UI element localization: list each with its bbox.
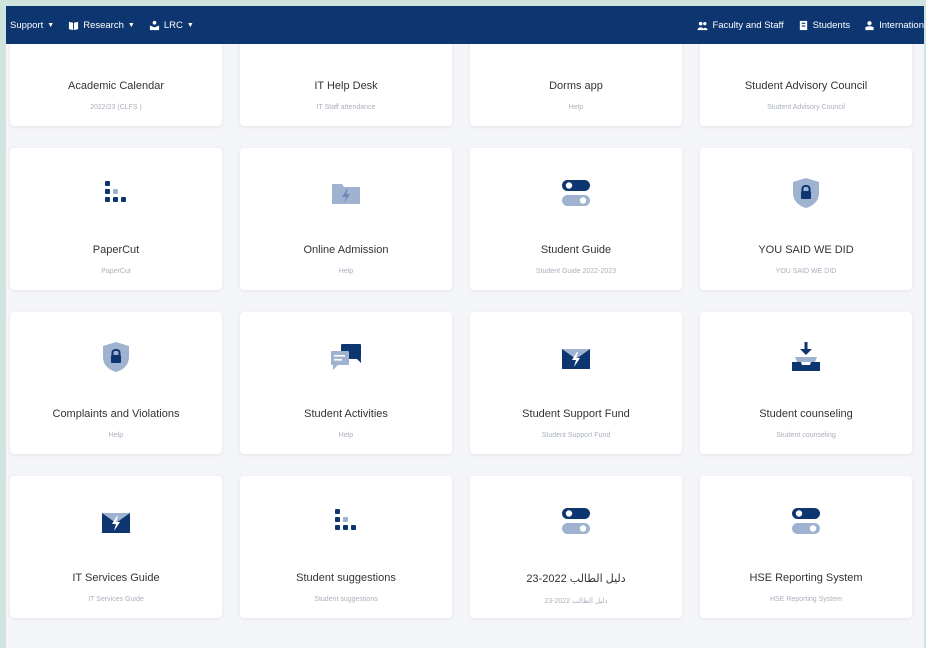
page-frame: Support ▼ Research ▼ LRC ▼ Faculty and Staf… <box>6 6 924 648</box>
services-grid: Academic Calendar 2022/23 (CLFS ) IT Help … <box>10 6 918 618</box>
card-title: Student Advisory Council <box>744 80 868 92</box>
card-subtitle: Student Advisory Council <box>767 104 845 111</box>
card-subtitle: PaperCut <box>101 268 131 275</box>
card-title: دليل الطالب 2022-23 <box>526 573 626 585</box>
folder-bolt-icon <box>325 172 367 214</box>
card-subtitle: Help <box>338 432 354 439</box>
card-subtitle: IT Services Guide <box>88 596 144 603</box>
card-title: HSE Reporting System <box>749 572 863 584</box>
card-title: IT Help Desk <box>314 80 378 92</box>
service-card[interactable]: Student suggestions Student suggestions <box>240 476 452 618</box>
service-card[interactable]: Student Support Fund Student Support Fund <box>470 312 682 454</box>
service-card[interactable]: HSE Reporting System HSE Reporting System <box>700 476 912 618</box>
service-card[interactable]: Student counseling Student counseling <box>700 312 912 454</box>
card-title: Online Admission <box>303 244 389 256</box>
toggle-icon <box>785 500 827 542</box>
globe-user-icon <box>865 20 874 30</box>
card-title: Student Support Fund <box>522 408 630 420</box>
nav-research[interactable]: Research ▼ <box>68 20 135 31</box>
users-icon <box>697 21 709 30</box>
card-subtitle: IT Staff attendance <box>316 104 376 111</box>
top-navbar: Support ▼ Research ▼ LRC ▼ Faculty and Staf… <box>6 6 924 44</box>
card-subtitle: YOU SAID WE DID <box>775 268 837 275</box>
card-subtitle: Student counseling <box>776 432 836 439</box>
nav-students-label: Students <box>812 19 851 31</box>
card-title: Student Activities <box>304 408 388 420</box>
nav-lrc-label: LRC <box>163 19 183 31</box>
dots-grid-icon <box>95 172 137 214</box>
card-title: Student Guide <box>540 244 612 256</box>
card-title: Complaints and Violations <box>52 408 180 420</box>
nav-students[interactable]: Students <box>798 19 851 31</box>
card-subtitle: HSE Reporting System <box>770 596 842 603</box>
card-subtitle: Help <box>568 104 584 111</box>
library-icon <box>149 20 159 30</box>
service-card[interactable]: YOU SAID WE DID YOU SAID WE DID <box>700 148 912 290</box>
card-title: IT Services Guide <box>72 572 160 584</box>
nav-faculty-staff[interactable]: Faculty and Staff <box>697 19 784 31</box>
service-card[interactable]: Student Guide Student Guide 2022-2023 <box>470 148 682 290</box>
book-icon <box>69 21 79 30</box>
shield-lock-icon <box>785 172 827 214</box>
card-title: Dorms app <box>549 80 603 92</box>
nav-lrc[interactable]: LRC ▼ <box>149 20 194 31</box>
service-card[interactable]: Complaints and Violations Help <box>10 312 222 454</box>
dots-grid-icon <box>325 500 367 542</box>
card-title: PaperCut <box>92 244 140 256</box>
nav-left-group: Support ▼ Research ▼ LRC ▼ <box>10 20 194 31</box>
nav-international-label: Internation <box>879 19 924 31</box>
nav-support[interactable]: Support ▼ <box>10 20 54 31</box>
nav-faculty-staff-label: Faculty and Staff <box>712 19 784 31</box>
toggle-icon <box>555 500 597 542</box>
chevron-down-icon: ▼ <box>127 21 135 29</box>
envelope-bolt-icon <box>95 500 137 542</box>
nav-support-label: Support <box>10 19 44 31</box>
chevron-down-icon: ▼ <box>186 21 194 29</box>
chevron-down-icon: ▼ <box>47 21 55 29</box>
card-subtitle: 2022/23 (CLFS ) <box>90 104 142 111</box>
card-title: Student counseling <box>759 408 853 420</box>
shield-lock-icon <box>95 336 137 378</box>
service-card[interactable]: Student Activities Help <box>240 312 452 454</box>
card-subtitle: Help <box>108 432 124 439</box>
chat-icon <box>325 336 367 378</box>
service-card[interactable]: دليل الطالب 2022-23 دليل الطالب 2022-23 <box>470 476 682 618</box>
card-title: Academic Calendar <box>68 80 164 92</box>
nav-research-label: Research <box>83 19 124 31</box>
card-subtitle: Student Support Fund <box>541 432 611 439</box>
nav-right-group: Faculty and Staff Students Internation <box>697 20 924 31</box>
card-subtitle: دليل الطالب 2022-23 <box>544 598 608 605</box>
card-title: YOU SAID WE DID <box>758 244 854 256</box>
service-card[interactable]: Online Admission Help <box>240 148 452 290</box>
card-subtitle: Help <box>338 268 354 275</box>
nav-international[interactable]: Internation <box>864 20 924 31</box>
envelope-bolt-icon <box>555 336 597 378</box>
card-title: Student suggestions <box>296 572 396 584</box>
inbox-download-icon <box>785 336 827 378</box>
service-card[interactable]: IT Services Guide IT Services Guide <box>10 476 222 618</box>
service-card[interactable]: PaperCut PaperCut <box>10 148 222 290</box>
card-subtitle: Student Guide 2022-2023 <box>535 268 617 275</box>
id-card-icon <box>799 20 807 30</box>
card-subtitle: Student suggestions <box>314 596 378 603</box>
toggle-icon <box>555 172 597 214</box>
